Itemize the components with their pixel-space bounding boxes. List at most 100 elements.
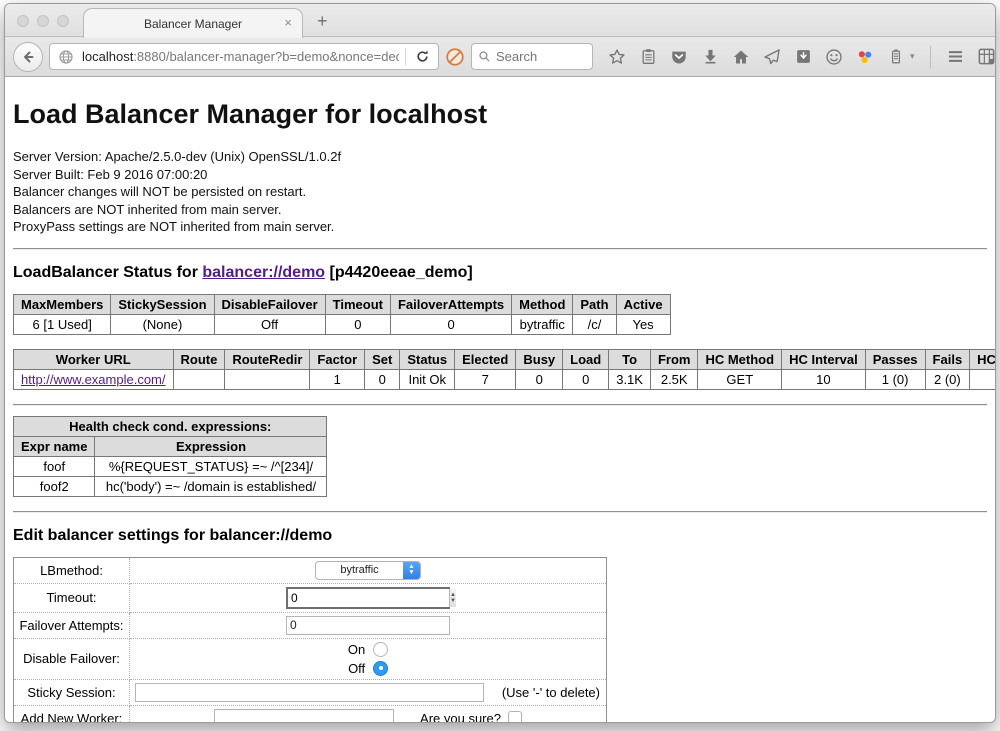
cell-path: /c/: [573, 314, 616, 334]
col-header: Fails: [925, 349, 970, 369]
col-header: Load: [563, 349, 609, 369]
tab-bar: Balancer Manager × +: [5, 4, 995, 37]
search-bar[interactable]: [471, 43, 593, 70]
failover-attempts-label: Failover Attempts:: [14, 612, 130, 638]
worker-row: http://www.example.com/ 1 0 Init Ok 7 0 …: [14, 369, 996, 389]
col-header: Active: [616, 294, 670, 314]
col-header: RouteRedir: [225, 349, 310, 369]
reading-list-icon[interactable]: [638, 47, 658, 67]
col-header: Route: [173, 349, 225, 369]
server-built-line: Server Built: Feb 9 2016 07:00:20: [13, 166, 987, 184]
globe-icon: [56, 47, 76, 67]
search-input[interactable]: [496, 49, 586, 64]
col-header: From: [650, 349, 698, 369]
tab-title: Balancer Manager: [144, 17, 242, 31]
failover-attempts-input[interactable]: [286, 616, 450, 635]
cell-factor: 1: [310, 369, 365, 389]
sticky-session-input[interactable]: [135, 683, 484, 702]
cell-to: 3.1K: [609, 369, 651, 389]
form-row-sticky-session: Sticky Session: (Use '-' to delete): [14, 679, 607, 705]
cell-elected: 7: [455, 369, 516, 389]
are-you-sure-label: Are you sure?: [420, 711, 501, 724]
col-header: Passes: [865, 349, 925, 369]
col-header: DisableFailover: [214, 294, 325, 314]
col-header: HC uri: [970, 349, 995, 369]
col-header: Set: [365, 349, 400, 369]
send-icon[interactable]: [762, 47, 782, 67]
urlbar-divider: [405, 48, 406, 65]
cell-expression: %{REQUEST_STATUS} =~ /^[234]/: [95, 456, 327, 476]
col-header: MaxMembers: [14, 294, 111, 314]
col-header: Busy: [516, 349, 563, 369]
url-path: :8880/balancer-manager?b=demo&nonce=decc…: [133, 49, 399, 64]
cell-disablefailover: Off: [214, 314, 325, 334]
back-button[interactable]: [13, 42, 43, 72]
timeout-input[interactable]: [288, 589, 449, 607]
radio-off[interactable]: [373, 661, 388, 676]
form-row-timeout: Timeout: ▲▼: [14, 583, 607, 612]
sticky-session-note: (Use '-' to delete): [502, 685, 602, 700]
cell-stickysession: (None): [111, 314, 214, 334]
content-blocked-icon[interactable]: [445, 47, 465, 67]
url-bar[interactable]: localhost:8880/balancer-manager?b=demo&n…: [49, 43, 439, 70]
cell-method: bytraffic: [512, 314, 573, 334]
col-header: Factor: [310, 349, 365, 369]
col-header: FailoverAttempts: [390, 294, 511, 314]
close-window-button[interactable]: [17, 15, 29, 27]
toolbar-divider: [930, 46, 931, 68]
disable-failover-label: Disable Failover:: [14, 638, 130, 679]
menu-hamburger-icon[interactable]: [946, 47, 966, 67]
feedback-smiley-icon[interactable]: [824, 47, 844, 67]
zoom-window-button[interactable]: [57, 15, 69, 27]
balancer-summary-table: MaxMembers StickySession DisableFailover…: [13, 294, 671, 335]
lbmethod-select[interactable]: bytraffic ▲▼: [315, 561, 421, 580]
url-text[interactable]: localhost:8880/balancer-manager?b=demo&n…: [82, 49, 399, 64]
balancer-demo-link[interactable]: balancer://demo: [202, 264, 325, 281]
radio-on-label: On: [348, 642, 365, 657]
col-header: StickySession: [111, 294, 214, 314]
radio-on[interactable]: [373, 642, 388, 657]
edit-settings-heading: Edit balancer settings for balancer://de…: [13, 527, 987, 545]
inherit-warning-line: Balancers are NOT inherited from main se…: [13, 201, 987, 219]
tab-balancer-manager[interactable]: Balancer Manager ×: [83, 8, 303, 38]
proxypass-warning-line: ProxyPass settings are NOT inherited fro…: [13, 218, 987, 236]
loadbalancer-status-heading: LoadBalancer Status for balancer://demo …: [13, 264, 987, 282]
number-spinner-icon[interactable]: ▲▼: [449, 589, 456, 607]
timeout-input-wrap: ▲▼: [286, 587, 450, 609]
worker-url-link[interactable]: http://www.example.com/: [21, 372, 166, 387]
tab-grid-icon[interactable]: [977, 47, 996, 67]
cell-busy: 0: [516, 369, 563, 389]
addon-install-icon[interactable]: [793, 47, 813, 67]
reload-icon[interactable]: [412, 47, 432, 67]
server-version-line: Server Version: Apache/2.5.0-dev (Unix) …: [13, 148, 987, 166]
cell-maxmembers: 6 [1 Used]: [14, 314, 111, 334]
cell-hc-interval: 10: [782, 369, 866, 389]
add-worker-input[interactable]: [214, 709, 394, 724]
expr-row: foof %{REQUEST_STATUS} =~ /^[234]/: [14, 456, 327, 476]
new-tab-button[interactable]: +: [317, 12, 328, 30]
cell-from: 2.5K: [650, 369, 698, 389]
col-header: Worker URL: [14, 349, 174, 369]
health-table-title: Health check cond. expressions:: [14, 416, 327, 436]
cell-timeout: 0: [325, 314, 390, 334]
cell-expression: hc('body') =~ /domain is established/: [95, 476, 327, 496]
tab-close-icon[interactable]: ×: [284, 15, 292, 30]
col-header: Timeout: [325, 294, 390, 314]
download-icon[interactable]: [700, 47, 720, 67]
server-info: Server Version: Apache/2.5.0-dev (Unix) …: [13, 148, 987, 236]
are-you-sure-checkbox[interactable]: [508, 711, 522, 723]
pocket-icon[interactable]: [669, 47, 689, 67]
col-header: Status: [400, 349, 455, 369]
back-arrow-icon: [20, 49, 36, 65]
table-row: 6 [1 Used] (None) Off 0 0 bytraffic /c/ …: [14, 314, 671, 334]
browser-window: Balancer Manager × + localhost:8880/bala…: [4, 3, 996, 723]
minimize-window-button[interactable]: [37, 15, 49, 27]
chevron-down-icon[interactable]: ▾: [910, 51, 915, 62]
form-row-disable-failover: Disable Failover: On Off: [14, 638, 607, 679]
page-title: Load Balancer Manager for localhost: [13, 99, 987, 130]
colorful-extension-icon[interactable]: [855, 47, 875, 67]
home-icon[interactable]: [731, 47, 751, 67]
container-battery-icon[interactable]: [886, 47, 906, 67]
bookmark-star-icon[interactable]: [607, 47, 627, 67]
cell-status: Init Ok: [400, 369, 455, 389]
